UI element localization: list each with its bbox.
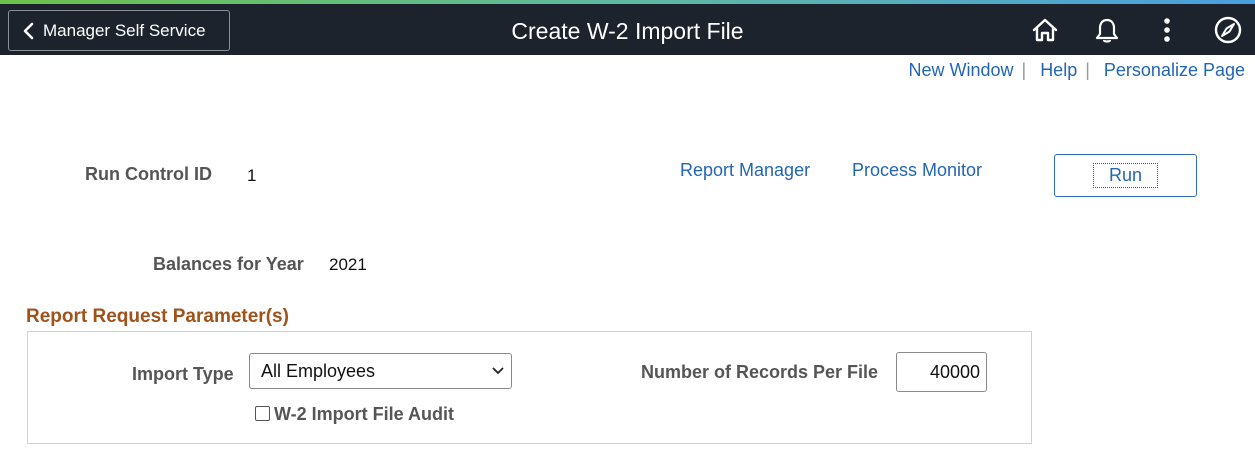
records-per-file-label: Number of Records Per File [641,362,879,382]
records-per-file-input[interactable] [896,352,987,392]
help-link[interactable]: Help [1040,60,1077,81]
personalize-page-link[interactable]: Personalize Page [1104,60,1245,81]
run-control-id-label: Run Control ID [85,164,212,184]
run-control-id-value: 1 [247,166,257,185]
run-button[interactable]: Run [1054,154,1197,197]
more-options-icon[interactable] [1152,15,1182,45]
balances-for-year-label: Balances for Year [153,254,304,274]
report-manager-link[interactable]: Report Manager [680,160,810,181]
chevron-left-icon [23,22,34,39]
import-type-selected-value: All Employees [261,360,376,381]
home-icon[interactable] [1030,15,1060,45]
process-monitor-link[interactable]: Process Monitor [852,160,982,181]
page-utility-links: New Window | Help | Personalize Page [908,60,1245,81]
import-type-select[interactable]: All Employees [249,353,512,389]
link-separator: | [1085,60,1090,80]
w2-import-file-audit-label: W-2 Import File Audit [274,404,454,424]
navbar-compass-icon[interactable] [1213,15,1243,45]
back-button[interactable]: Manager Self Service [8,10,230,51]
chevron-down-icon [492,367,504,374]
balances-for-year-value: 2021 [329,255,367,274]
top-header-bar: Manager Self Service Create W-2 Import F… [0,4,1255,55]
run-button-label: Run [1092,163,1159,188]
bell-icon[interactable] [1092,15,1122,45]
link-separator: | [1021,60,1027,80]
report-parameters-group-box [27,331,1032,444]
w2-import-file-audit-checkbox[interactable] [255,406,270,421]
new-window-link[interactable]: New Window [908,60,1013,81]
import-type-label: Import Type [132,364,234,384]
report-request-parameters-title: Report Request Parameter(s) [26,306,289,327]
back-button-label: Manager Self Service [43,20,206,40]
